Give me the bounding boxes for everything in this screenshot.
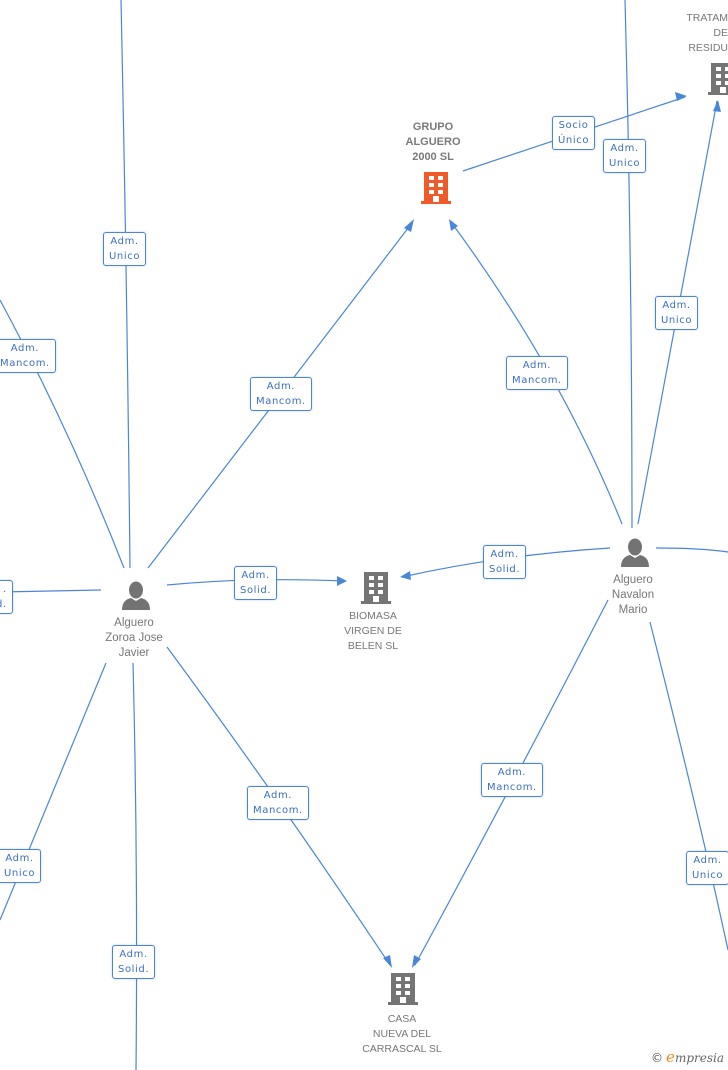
- edge-label-line: Adm.: [266, 381, 296, 392]
- building-icon: [421, 172, 451, 204]
- edge-label-line: Adm.: [110, 236, 139, 247]
- label-line: DE: [713, 27, 728, 39]
- label-line: 2000 SL: [412, 151, 454, 163]
- node-tratamiento-label[interactable]: TRATAM DE RESIDU: [668, 11, 728, 56]
- edge-label-line: Adm.: [119, 949, 148, 960]
- edge-label-line: .: [2, 584, 7, 595]
- label-line: GRUPO: [412, 121, 454, 133]
- arrowhead-grupo-left: [404, 219, 414, 232]
- edge-label-line: d.: [0, 599, 7, 610]
- edge-label-socio-unico[interactable]: Socio Único: [552, 116, 596, 150]
- label-line: VIRGEN DE: [344, 625, 402, 637]
- building-icon: [361, 572, 391, 604]
- label-line: Zoroa Jose: [105, 632, 163, 644]
- edge-left-edge-zoroa: [0, 589, 102, 593]
- edge-label-adm-solid[interactable]: . d.: [0, 580, 13, 614]
- edge-navalon-right: [655, 547, 728, 553]
- arrowhead-biomasa-left: [337, 576, 347, 586]
- arrowhead-tratam-left: [675, 92, 687, 101]
- edge-label-line: Mancom.: [512, 375, 562, 386]
- node-alguero-navalon-label[interactable]: Alguero Navalon Mario: [573, 573, 693, 618]
- edge-label-adm-mancom[interactable]: Adm. Mancom.: [250, 377, 312, 411]
- edge-label-adm-mancom[interactable]: Adm. Mancom.: [0, 339, 56, 373]
- edge-label-line: Socio: [558, 120, 589, 131]
- label-line: Javier: [118, 647, 150, 659]
- edge-label-line: Mancom.: [256, 396, 306, 407]
- edge-zoroa-bottom: [132, 662, 138, 1070]
- empresia-watermark: © empresia: [651, 1048, 724, 1066]
- edge-label-line: Unico: [609, 158, 641, 169]
- node-grupo-alguero-label[interactable]: GRUPO ALGUERO 2000 SL: [373, 120, 493, 165]
- building-icon: [708, 63, 728, 95]
- arrowhead-biomasa-right: [400, 571, 411, 580]
- label-line: Mario: [618, 604, 648, 616]
- building-icon: [388, 973, 418, 1005]
- edge-label-line: Adm.: [522, 360, 552, 371]
- person-icon: [122, 581, 150, 610]
- edge-label-adm-unico[interactable]: Adm. Unico: [603, 139, 647, 173]
- copyright-icon: ©: [651, 1051, 664, 1065]
- label-line: BIOMASA: [349, 610, 397, 622]
- edge-label-adm-unico[interactable]: Adm. Unico: [655, 296, 699, 330]
- edge-label-line: Adm.: [490, 549, 519, 560]
- person-icon: [621, 538, 649, 567]
- label-line: NUEVA DEL: [372, 1028, 432, 1040]
- edge-label-line: Adm.: [693, 855, 722, 866]
- edge-label-line: Unico: [692, 870, 724, 881]
- brand-name: mpresia: [674, 1051, 724, 1065]
- edge-label-line: Adm.: [241, 570, 270, 581]
- edge-label-adm-unico[interactable]: Adm. Unico: [103, 232, 147, 266]
- label-line: Alguero: [114, 617, 154, 629]
- edge-label-adm-solid[interactable]: Adm. Solid.: [483, 545, 527, 579]
- edge-label-line: Solid.: [240, 585, 272, 596]
- label-line: RESIDU: [688, 42, 728, 54]
- node-alguero-zoroa-label[interactable]: Alguero Zoroa Jose Javier: [74, 616, 194, 661]
- edge-top-left-vertical: [120, 0, 131, 569]
- edge-label-line: Solid.: [489, 564, 521, 575]
- edge-label-line: Unico: [661, 315, 693, 326]
- label-line: Navalon: [611, 589, 655, 601]
- edge-label-line: Adm.: [5, 853, 34, 864]
- edge-label-adm-unico[interactable]: Adm. Unico: [0, 849, 42, 883]
- edge-label-adm-solid[interactable]: Adm. Solid.: [112, 945, 156, 979]
- label-line: TRATAM: [686, 12, 728, 24]
- label-line: ALGUERO: [405, 136, 461, 148]
- edge-label-line: Adm.: [263, 790, 293, 801]
- edge-label-line: Mancom.: [487, 782, 537, 793]
- edge-label-adm-solid[interactable]: Adm. Solid.: [234, 566, 278, 600]
- edge-label-adm-mancom[interactable]: Adm. Mancom.: [481, 763, 543, 797]
- edge-label-line: Unico: [109, 251, 141, 262]
- edge-label-line: Adm.: [497, 767, 527, 778]
- label-line: CASA: [387, 1013, 417, 1025]
- edge-label-adm-mancom[interactable]: Adm. Mancom.: [247, 786, 309, 820]
- node-casa-nueva-label[interactable]: CASA NUEVA DEL CARRASCAL SL: [342, 1012, 462, 1057]
- brand-initial: e: [666, 1048, 675, 1066]
- label-line: Alguero: [613, 574, 653, 586]
- edge-label-line: Mancom.: [253, 805, 303, 816]
- edge-label-line: Adm.: [610, 143, 639, 154]
- edge-label-line: Adm.: [662, 300, 691, 311]
- edge-top-right-vertical: [624, 0, 633, 529]
- edge-label-line: Mancom.: [0, 358, 50, 369]
- node-biomasa-label[interactable]: BIOMASA VIRGEN DE BELEN SL: [313, 609, 433, 654]
- edge-navalon-bottom-right: [649, 621, 728, 951]
- edge-label-line: Solid.: [118, 964, 150, 975]
- edge-label-line: Unico: [4, 868, 36, 879]
- edge-label-adm-mancom[interactable]: Adm. Mancom.: [506, 356, 568, 390]
- edge-label-line: Único: [558, 135, 590, 146]
- label-line: CARRASCAL SL: [362, 1043, 442, 1055]
- edge-label-line: Adm.: [10, 343, 40, 354]
- label-line: BELEN SL: [347, 640, 399, 652]
- edge-label-adm-unico[interactable]: Adm. Unico: [686, 851, 728, 885]
